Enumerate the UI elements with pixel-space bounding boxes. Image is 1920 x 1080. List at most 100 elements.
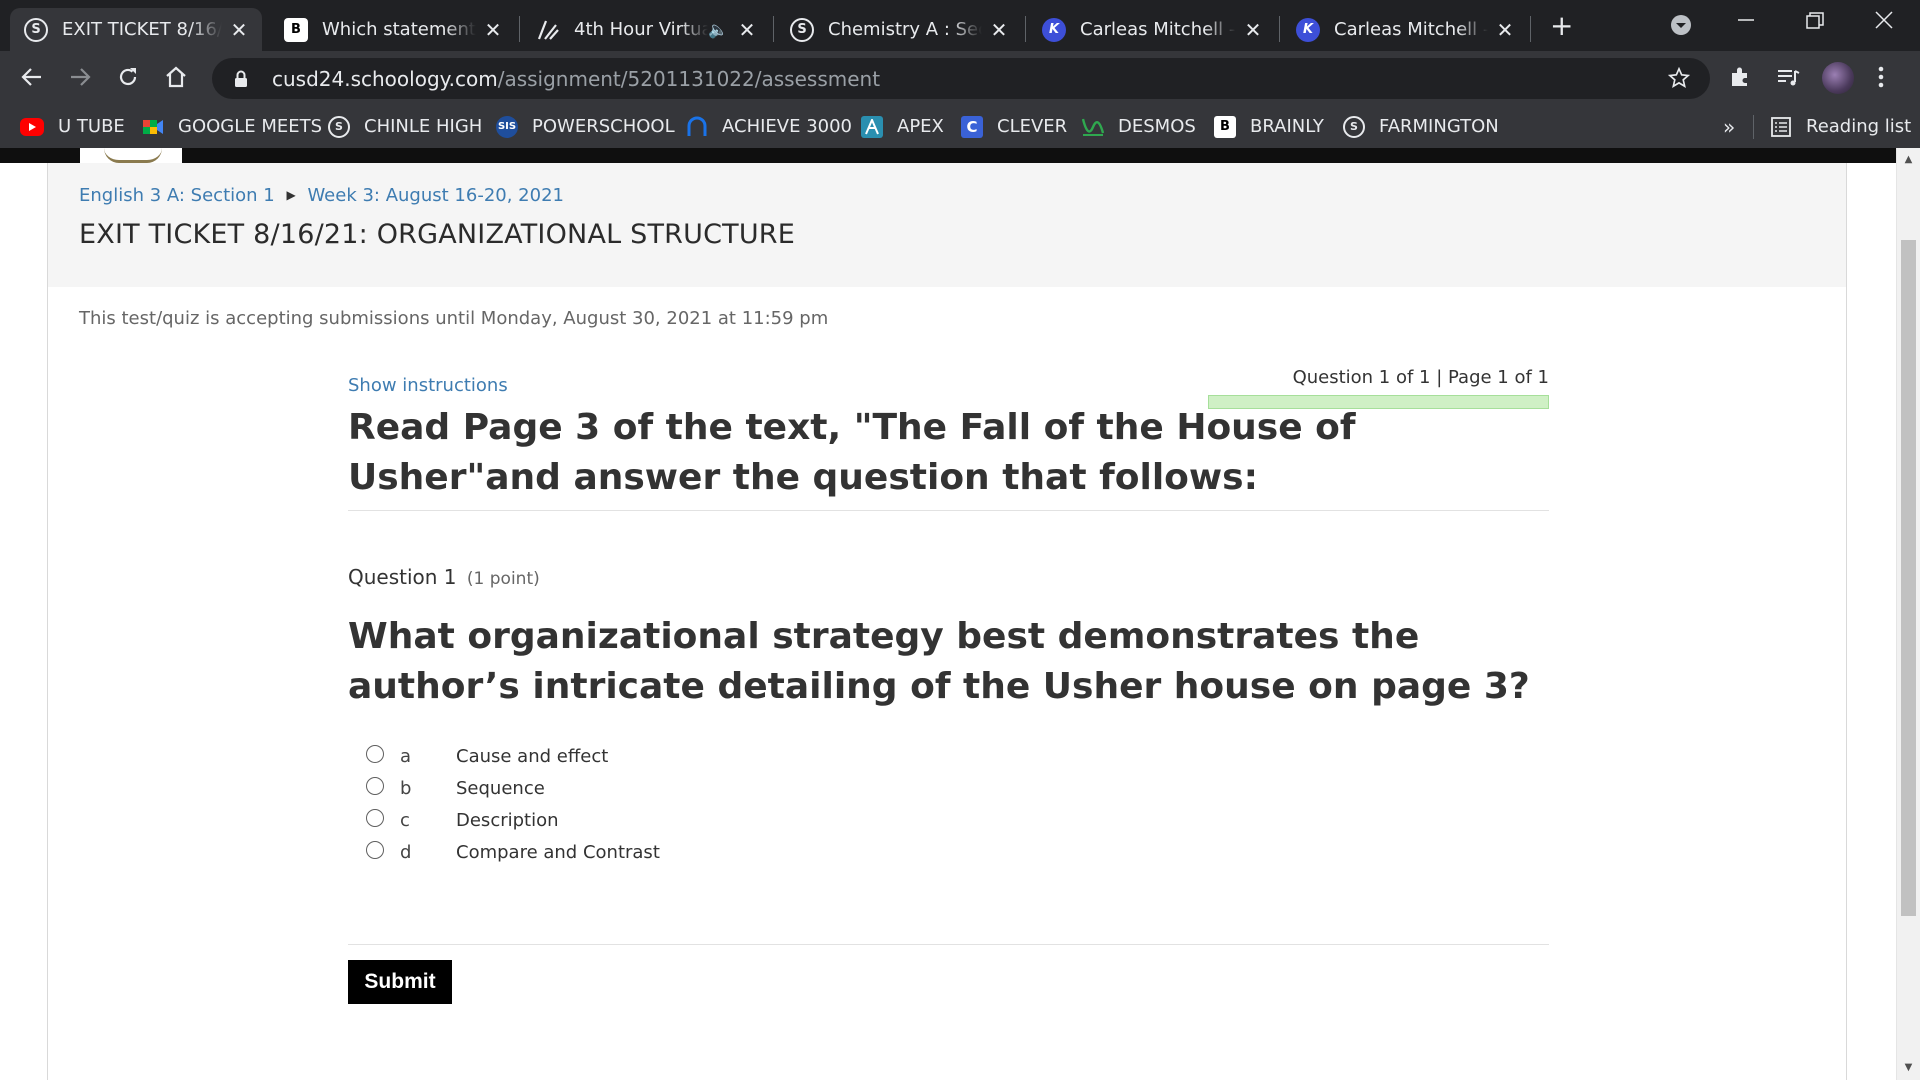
bookmark-star-icon[interactable] (1667, 66, 1691, 93)
tab-strip: S EXIT TICKET 8/16/21: ORGANIZATIONAL ST… (0, 0, 1920, 51)
close-tab-icon[interactable]: ✕ (1242, 18, 1264, 42)
choice-d[interactable]: d Compare and Contrast (366, 839, 660, 865)
site-header-band (0, 148, 1896, 163)
extensions-icon[interactable] (1728, 65, 1752, 95)
close-tab-icon[interactable]: ✕ (736, 18, 758, 42)
school-logo[interactable] (80, 148, 182, 163)
lock-icon[interactable] (234, 70, 248, 88)
question-number: Question 1 (348, 565, 457, 589)
breadcrumb-arrow-icon: ▶ (286, 188, 296, 202)
scroll-up-arrow-icon[interactable]: ▲ (1897, 150, 1920, 170)
submit-button[interactable]: Submit (348, 960, 452, 1004)
bookmark-powerschool[interactable]: SIS POWERSCHOOL (496, 113, 675, 140)
tab-exit-ticket[interactable]: S EXIT TICKET 8/16/21: ORGANIZATIONAL ST… (10, 8, 262, 51)
breadcrumb: English 3 A: Section 1 ▶ Week 3: August … (79, 185, 564, 206)
browser-toolbar: cusd24.schoology.com/assignment/52011310… (0, 51, 1920, 105)
choice-text[interactable]: Description (456, 810, 559, 831)
bookmark-u-tube[interactable]: U TUBE (20, 113, 125, 140)
show-instructions-link[interactable]: Show instructions (348, 375, 508, 396)
forward-icon[interactable] (68, 65, 92, 95)
close-tab-icon[interactable]: ✕ (228, 18, 250, 42)
profile-avatar[interactable] (1822, 62, 1854, 94)
new-tab-button[interactable]: + (1550, 12, 1573, 40)
choice-text[interactable]: Sequence (456, 778, 545, 799)
stroke-logo-icon (536, 18, 560, 42)
tab-carleas-1[interactable]: K Carleas Mitchell - Personal ✕ (1028, 8, 1276, 51)
bookmarks-overflow-button[interactable]: » (1723, 113, 1735, 140)
restore-icon[interactable] (1806, 12, 1824, 35)
bookmark-desmos[interactable]: DESMOS (1082, 113, 1196, 140)
home-icon[interactable] (164, 65, 188, 95)
tab-separator (1530, 16, 1531, 42)
bookmarks-divider (1753, 115, 1754, 139)
scrollbar-thumb[interactable] (1901, 240, 1916, 916)
desmos-icon (1082, 116, 1104, 138)
schoology-icon: S (24, 17, 48, 42)
breadcrumb-course-link[interactable]: English 3 A: Section 1 (79, 185, 275, 206)
bookmark-brainly[interactable]: B BRAINLY (1214, 113, 1324, 140)
reading-list-button[interactable]: Reading list (1770, 113, 1911, 140)
tab-carleas-2[interactable]: K Carleas Mitchell - Personal ✕ (1282, 8, 1528, 51)
tab-separator (1025, 16, 1026, 42)
page-scrollbar[interactable]: ▲ ▼ (1896, 148, 1920, 1080)
google-meet-icon (142, 116, 164, 138)
bookmark-farmington[interactable]: S FARMINGTON (1343, 113, 1499, 140)
clever-icon: C (961, 115, 983, 138)
back-icon[interactable] (20, 65, 44, 95)
bookmark-apex[interactable]: APEX (861, 113, 944, 140)
radio-button-c[interactable] (366, 809, 384, 827)
bookmark-chinle-high[interactable]: S CHINLE HIGH (328, 113, 482, 140)
question-page-count: Question 1 of 1 | Page 1 of 1 (1292, 367, 1549, 388)
bookmark-clever[interactable]: C CLEVER (961, 113, 1067, 140)
k-icon: K (1042, 17, 1066, 42)
bookmark-google-meets[interactable]: GOOGLE MEETS (142, 113, 322, 140)
schoology-icon: S (328, 115, 350, 138)
tab-separator (1279, 16, 1280, 42)
quiz-panel: Show instructions Question 1 of 1 | Page… (348, 343, 1549, 1043)
k-icon: K (1296, 17, 1320, 42)
reload-icon[interactable] (116, 65, 140, 95)
brainly-icon: B (1214, 115, 1236, 138)
bookmark-achieve-3000[interactable]: ACHIEVE 3000 (686, 113, 852, 140)
bookmarks-bar: U TUBE GOOGLE MEETS S CHINLE HIGH SIS PO… (0, 105, 1920, 148)
address-bar[interactable]: cusd24.schoology.com/assignment/52011310… (212, 58, 1710, 99)
speaker-icon[interactable]: 🔈 (708, 20, 730, 39)
radio-button-b[interactable] (366, 777, 384, 795)
close-window-icon[interactable] (1874, 10, 1894, 35)
choice-letter: d (400, 841, 412, 863)
question-text: What organizational strategy best demons… (348, 616, 1530, 707)
close-tab-icon[interactable]: ✕ (988, 18, 1010, 42)
youtube-icon (20, 117, 44, 136)
breadcrumb-week-link[interactable]: Week 3: August 16-20, 2021 (307, 185, 564, 206)
url-text[interactable]: cusd24.schoology.com/assignment/52011310… (272, 67, 880, 91)
question-points: (1 point) (466, 569, 540, 589)
choice-a[interactable]: a Cause and effect (366, 743, 608, 769)
choice-text[interactable]: Cause and effect (456, 746, 608, 767)
submission-deadline-note: This test/quiz is accepting submissions … (79, 308, 829, 329)
schoology-icon: S (1343, 115, 1365, 138)
tab-chemistry[interactable]: S Chemistry A : Section ✕ (776, 8, 1022, 51)
choice-text[interactable]: Compare and Contrast (456, 842, 660, 863)
tab-separator (773, 16, 774, 42)
media-control-icon[interactable] (1776, 65, 1800, 95)
divider (348, 510, 1549, 511)
close-tab-icon[interactable]: ✕ (1494, 18, 1516, 42)
radio-button-d[interactable] (366, 841, 384, 859)
choice-letter: c (400, 809, 410, 831)
choice-letter: b (400, 777, 412, 799)
close-tab-icon[interactable]: ✕ (482, 18, 504, 42)
tab-search-icon[interactable] (1670, 14, 1692, 41)
scroll-down-arrow-icon[interactable]: ▼ (1897, 1058, 1920, 1078)
assignment-header: English 3 A: Section 1 ▶ Week 3: August … (48, 163, 1846, 287)
minimize-icon[interactable] (1737, 10, 1755, 35)
assessment-frame: English 3 A: Section 1 ▶ Week 3: August … (47, 163, 1847, 1080)
radio-button-a[interactable] (366, 745, 384, 763)
divider (348, 944, 1549, 945)
page-title: EXIT TICKET 8/16/21: ORGANIZATIONAL STRU… (79, 219, 796, 250)
menu-kebab-icon[interactable] (1877, 65, 1885, 95)
choice-b[interactable]: b Sequence (366, 775, 545, 801)
choice-c[interactable]: c Description (366, 807, 559, 833)
tab-brainly[interactable]: B Which statement best describes ✕ (270, 8, 516, 51)
tab-4th-hour[interactable]: 4th Hour Virtual 🔈 ✕ (522, 8, 770, 51)
tab-separator (519, 16, 520, 42)
